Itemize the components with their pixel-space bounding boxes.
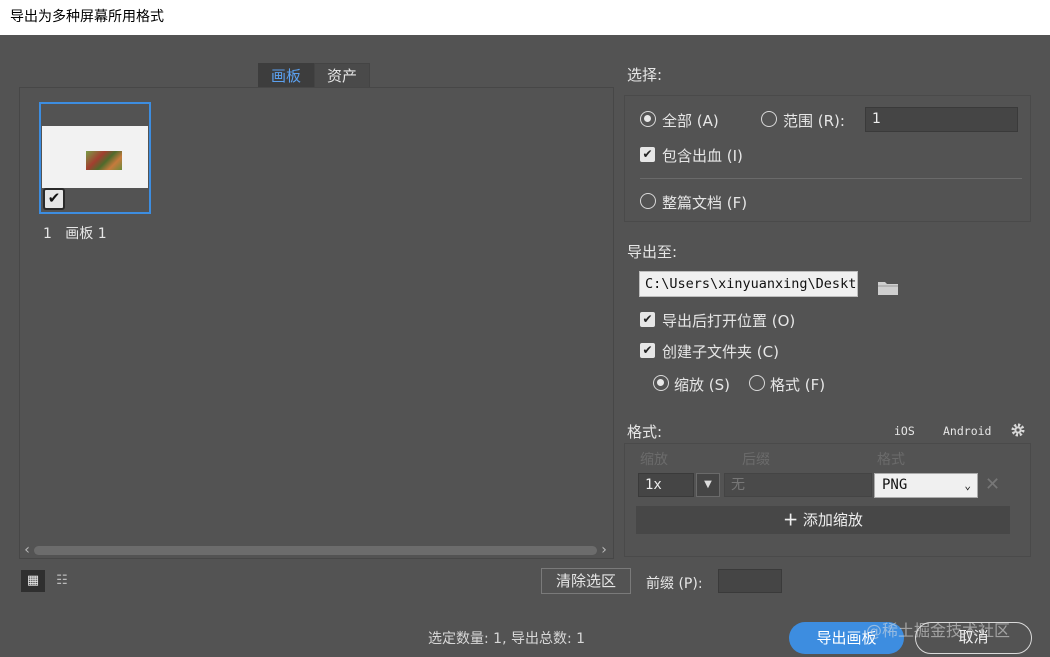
gear-icon[interactable] <box>1010 422 1026 438</box>
all-label: 全部 (A) <box>662 112 719 130</box>
scroll-right-icon[interactable]: › <box>597 542 611 558</box>
export-to-label: 导出至: <box>627 243 678 261</box>
export-path-input[interactable]: C:\Users\xinyuanxing\Deskt <box>639 271 858 297</box>
watermark: @稀土掘金技术社区 <box>866 621 1011 640</box>
tab-bar: 画板 资产 <box>258 63 371 87</box>
artboard-preview <box>42 126 148 188</box>
scale-radio[interactable] <box>653 375 669 391</box>
suffix-input[interactable]: 无 <box>724 473 872 497</box>
plus-icon: ＋ <box>783 511 799 529</box>
open-after-checkbox[interactable]: ✔ <box>640 312 655 327</box>
subfolder-checkbox[interactable]: ✔ <box>640 343 655 358</box>
tab-assets[interactable]: 资产 <box>314 63 371 87</box>
list-view-icon[interactable]: ☷ <box>50 570 74 592</box>
range-label: 范围 (R): <box>783 112 845 130</box>
horizontal-scrollbar[interactable]: ‹ › <box>20 542 613 558</box>
col-scale-header: 缩放 <box>640 452 668 468</box>
whole-doc-radio[interactable] <box>640 193 656 209</box>
scroll-thumb[interactable] <box>34 546 597 555</box>
artboard-image <box>86 151 122 170</box>
formats-label: 格式: <box>627 423 663 441</box>
format-label: 格式 (F) <box>770 376 826 394</box>
whole-doc-label: 整篇文档 (F) <box>662 194 748 212</box>
chevron-down-icon[interactable]: ▼ <box>696 473 720 497</box>
artboard-panel: ✔ 1 画板 1 ‹ › <box>19 87 614 559</box>
chevron-down-icon: ⌄ <box>964 479 971 492</box>
range-radio[interactable] <box>761 111 777 127</box>
bleed-checkbox[interactable]: ✔ <box>640 147 655 162</box>
format-select-value: PNG <box>882 477 908 493</box>
range-input[interactable]: 1 <box>865 107 1018 132</box>
artboard-number: 1 <box>43 226 52 242</box>
format-radio[interactable] <box>749 375 765 391</box>
select-label: 选择: <box>627 66 663 84</box>
clear-selection-button[interactable]: 清除选区 <box>541 568 631 594</box>
open-after-label: 导出后打开位置 (O) <box>662 312 796 330</box>
add-scale-label: 添加缩放 <box>802 511 863 529</box>
scale-input[interactable]: 1x <box>638 473 694 497</box>
col-format-header: 格式 <box>877 452 905 468</box>
add-scale-button[interactable]: ＋ 添加缩放 <box>636 506 1010 534</box>
all-radio[interactable] <box>640 111 656 127</box>
artboard-thumbnail[interactable]: ✔ <box>39 102 151 214</box>
artboard-name: 画板 1 <box>65 226 107 242</box>
format-group <box>624 443 1031 557</box>
prefix-label: 前缀 (P): <box>646 576 703 592</box>
export-count: 选定数量: 1, 导出总数: 1 <box>428 631 586 647</box>
subfolder-label: 创建子文件夹 (C) <box>662 343 779 361</box>
scale-label: 缩放 (S) <box>674 376 730 394</box>
ios-preset-link[interactable]: iOS <box>894 424 915 438</box>
format-select[interactable]: PNG ⌄ <box>874 473 978 498</box>
grid-view-icon[interactable]: ▦ <box>21 570 45 592</box>
artboard-checkbox[interactable]: ✔ <box>43 188 65 210</box>
prefix-input[interactable] <box>718 569 782 593</box>
artboard-caption: 1 画板 1 <box>43 223 107 243</box>
divider <box>640 178 1022 179</box>
close-icon[interactable]: ✕ <box>985 475 1000 495</box>
folder-icon[interactable] <box>877 280 899 296</box>
col-suffix-header: 后缀 <box>742 452 770 468</box>
bleed-label: 包含出血 (I) <box>662 147 743 165</box>
tab-artboards[interactable]: 画板 <box>258 63 315 87</box>
android-preset-link[interactable]: Android <box>943 424 991 438</box>
scroll-left-icon[interactable]: ‹ <box>20 542 34 558</box>
window-title: 导出为多种屏幕所用格式 <box>0 0 1050 35</box>
